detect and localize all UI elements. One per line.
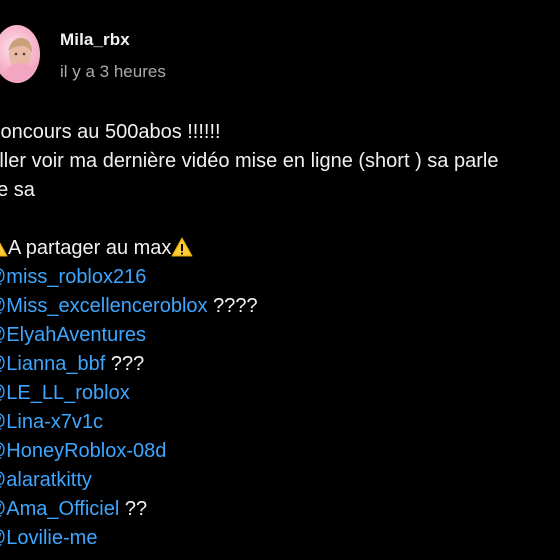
mention-link[interactable]: @Lovilie-me xyxy=(0,527,97,549)
mention-link[interactable]: @alaratkitty xyxy=(0,469,92,491)
mention-line: @alaratkitty xyxy=(0,466,560,495)
mention-line: @miss_roblox216 xyxy=(0,263,560,292)
post-timestamp[interactable]: il y a 3 heures xyxy=(60,62,166,82)
post-body: Concours au 500abos !!!!!! Aller voir ma… xyxy=(0,118,560,553)
mention-line: @LE_LL_roblox xyxy=(0,379,560,408)
mention-link[interactable]: @Miss_excellenceroblox xyxy=(0,295,208,317)
avatar[interactable] xyxy=(0,25,40,83)
mention-link[interactable]: @LE_LL_roblox xyxy=(0,382,130,404)
post-line: Aller voir ma dernière vidéo mise en lig… xyxy=(0,150,499,172)
post-line: Concours au 500abos !!!!!! xyxy=(0,121,221,143)
mention-link[interactable]: @Lina-x7v1c xyxy=(0,411,103,433)
mention-link[interactable]: @HoneyRoblox-08d xyxy=(0,440,166,462)
mention-line: @HoneyRoblox-08d xyxy=(0,437,560,466)
mention-suffix: ??? xyxy=(105,353,145,375)
warning-icon xyxy=(0,242,8,257)
post-header: Mila_rbx il y a 3 heures xyxy=(0,20,560,90)
mention-link[interactable]: @ElyahAventures xyxy=(0,324,146,346)
mention-line: @ElyahAventures xyxy=(0,321,560,350)
mention-line: @Miss_excellenceroblox ???? xyxy=(0,292,560,321)
post-line: de sa xyxy=(0,179,35,201)
mention-line: @Lina-x7v1c xyxy=(0,408,560,437)
mention-line: @Lianna_bbf ??? xyxy=(0,350,560,379)
share-text: A partager au max xyxy=(8,237,172,259)
mention-line: @Ama_Officiel ?? xyxy=(0,495,560,524)
mention-link[interactable]: @Ama_Officiel xyxy=(0,498,119,520)
mention-suffix: ???? xyxy=(207,295,258,317)
author-name[interactable]: Mila_rbx xyxy=(60,30,130,50)
mention-link[interactable]: @miss_roblox216 xyxy=(0,266,146,288)
warning-icon xyxy=(171,237,193,257)
share-line: A partager au max xyxy=(0,234,560,263)
avatar-image xyxy=(6,37,34,83)
mention-suffix: ?? xyxy=(119,498,148,520)
mention-line: @Lovilie-me xyxy=(0,524,560,553)
mention-link[interactable]: @Lianna_bbf xyxy=(0,353,105,375)
